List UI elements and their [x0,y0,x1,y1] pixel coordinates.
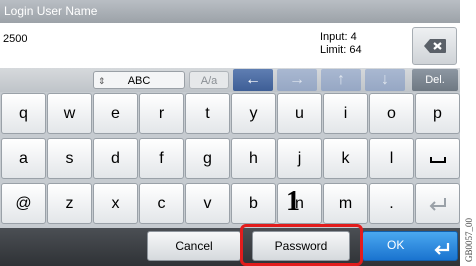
key-w[interactable]: w [47,93,92,134]
key-j[interactable]: j [277,138,322,179]
delete-button[interactable]: Del. [412,69,458,91]
key-h[interactable]: h [231,138,276,179]
step-number: 1 [286,186,300,217]
key-b[interactable]: b [231,183,276,224]
key-t[interactable]: t [185,93,230,134]
limit-row: Limit: 64 [320,44,362,57]
spinner-icon: ⇕ [98,76,106,86]
limit-value: 64 [349,44,362,56]
key-y[interactable]: y [231,93,276,134]
keyboard-toolbar: ⇕ ABC A/a ← → ↑ ↓ Del. [0,68,460,92]
input-field[interactable]: 2500 [3,33,27,45]
key-o[interactable]: o [369,93,414,134]
key-m[interactable]: m [323,183,368,224]
key-u[interactable]: u [277,93,322,134]
abc-mode-button[interactable]: ⇕ ABC [93,71,185,89]
key-i[interactable]: i [323,93,368,134]
key-f[interactable]: f [139,138,184,179]
key-l[interactable]: l [369,138,414,179]
cursor-down-button[interactable]: ↓ [365,69,405,91]
key-x[interactable]: x [93,183,138,224]
cursor-right-button[interactable]: → [277,69,317,91]
input-count-label: Input: 4 [320,31,357,43]
key-g[interactable]: g [185,138,230,179]
space-key[interactable] [415,138,460,179]
figure-code: GB0057_00 [464,217,474,262]
cursor-up-button[interactable]: ↑ [321,69,361,91]
key-v[interactable]: v [185,183,230,224]
key-e[interactable]: e [93,93,138,134]
key-d[interactable]: d [93,138,138,179]
key-s[interactable]: s [47,138,92,179]
backspace-icon [423,39,446,53]
bottom-bar: Cancel Password OK [0,228,460,266]
key-q[interactable]: q [1,93,46,134]
ok-button[interactable]: OK [362,231,458,261]
input-counter: Input: 4 Limit: 64 [320,31,362,57]
limit-label: Limit: [320,44,347,56]
space-icon [429,156,446,163]
enter-icon [434,243,450,255]
enter-key[interactable] [415,183,460,224]
figure-code-area: GB0057_00 [460,0,476,266]
key-period[interactable]: . [369,183,414,224]
input-area: 2500 Input: 4 Limit: 64 [0,23,460,68]
screen-title: Login User Name [0,0,460,23]
cancel-button[interactable]: Cancel [147,231,241,261]
key-k[interactable]: k [323,138,368,179]
ok-label: OK [387,238,405,252]
case-toggle-button[interactable]: A/a [189,71,229,89]
enter-icon [429,197,446,211]
key-a[interactable]: a [1,138,46,179]
key-p[interactable]: p [415,93,460,134]
key-z[interactable]: z [47,183,92,224]
login-user-name-screen: Login User Name 2500 Input: 4 Limit: 64 … [0,0,460,266]
abc-mode-label: ABC [127,75,151,87]
key-c[interactable]: c [139,183,184,224]
backspace-button[interactable] [412,27,457,65]
key-at[interactable]: @ [1,183,46,224]
password-highlight-frame [240,224,363,266]
cursor-left-button[interactable]: ← [233,69,273,91]
key-r[interactable]: r [139,93,184,134]
